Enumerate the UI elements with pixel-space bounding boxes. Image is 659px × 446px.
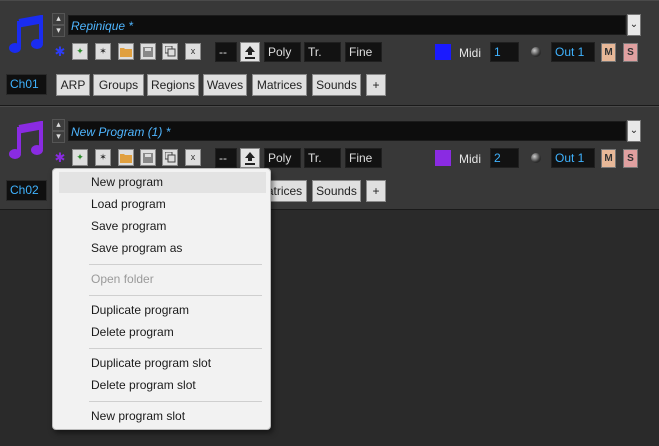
menu-item-load-program[interactable]: Load program <box>59 194 266 215</box>
program-slot-1: ▴ ▾ Repinique * ⌄ ✱ ✦ ✶ x -- Poly Tr. Fi… <box>0 0 659 106</box>
star-green-icon[interactable]: ✦ <box>72 149 88 166</box>
upload-icon[interactable] <box>240 148 260 168</box>
channel-field[interactable]: Ch02 <box>6 180 47 201</box>
range-field[interactable]: -- <box>215 42 237 62</box>
fine-tune-field[interactable]: Fine <box>345 42 382 62</box>
music-note-icon <box>9 15 43 53</box>
duplicate-icon[interactable] <box>162 149 178 166</box>
program-spinner[interactable]: ▴ ▾ <box>52 13 65 37</box>
midi-channel-field[interactable]: 1 <box>490 42 519 62</box>
add-tab-button[interactable]: + <box>366 180 386 202</box>
mute-button[interactable]: M <box>601 43 616 62</box>
tab-groups[interactable]: Groups <box>93 74 144 96</box>
star-icon[interactable]: ✶ <box>95 149 111 166</box>
solo-button[interactable]: S <box>623 43 638 62</box>
tab-waves[interactable]: Waves <box>203 74 247 96</box>
color-swatch[interactable] <box>435 44 451 60</box>
output-field[interactable]: Out 1 <box>551 148 595 168</box>
channel-field[interactable]: Ch01 <box>6 74 47 95</box>
tab-regions[interactable]: Regions <box>147 74 199 96</box>
color-swatch[interactable] <box>435 150 451 166</box>
spin-up-icon[interactable]: ▴ <box>52 13 65 25</box>
spin-down-icon[interactable]: ▾ <box>52 131 65 143</box>
mute-button[interactable]: M <box>601 149 616 168</box>
midi-label: Midi <box>459 152 482 166</box>
tab-arp[interactable]: ARP <box>56 74 90 96</box>
range-field[interactable]: -- <box>215 148 237 168</box>
spin-down-icon[interactable]: ▾ <box>52 25 65 37</box>
tab-sounds[interactable]: Sounds <box>312 74 361 96</box>
menu-item-delete-program-slot[interactable]: Delete program slot <box>59 375 266 396</box>
menu-item-duplicate-program-slot[interactable]: Duplicate program slot <box>59 353 266 374</box>
star-green-icon[interactable]: ✦ <box>72 43 88 60</box>
volume-knob[interactable] <box>531 153 541 163</box>
output-field[interactable]: Out 1 <box>551 42 595 62</box>
menu-item-duplicate-program[interactable]: Duplicate program <box>59 300 266 321</box>
volume-knob[interactable] <box>531 47 541 57</box>
transpose-field[interactable]: Tr. <box>304 148 341 168</box>
folder-icon[interactable] <box>118 43 134 60</box>
fine-tune-field[interactable]: Fine <box>345 148 382 168</box>
close-icon[interactable]: x <box>185 43 201 60</box>
poly-mode-field[interactable]: Poly <box>264 148 301 168</box>
music-note-icon <box>9 121 43 159</box>
program-name-field[interactable]: Repinique * <box>68 15 626 35</box>
menu-item-delete-program[interactable]: Delete program <box>59 322 266 343</box>
add-tab-button[interactable]: + <box>366 74 386 96</box>
solo-button[interactable]: S <box>623 149 638 168</box>
save-icon[interactable] <box>140 149 156 166</box>
menu-item-save-program[interactable]: Save program <box>59 216 266 237</box>
menu-separator <box>89 295 262 296</box>
menu-separator <box>89 264 262 265</box>
poly-mode-field[interactable]: Poly <box>264 42 301 62</box>
gear-icon[interactable]: ✱ <box>52 149 68 166</box>
chevron-down-icon[interactable]: ⌄ <box>627 14 641 36</box>
transpose-field[interactable]: Tr. <box>304 42 341 62</box>
star-icon[interactable]: ✶ <box>95 43 111 60</box>
tab-matrices[interactable]: Matrices <box>252 74 307 96</box>
close-icon[interactable]: x <box>185 149 201 166</box>
upload-icon[interactable] <box>240 42 260 62</box>
menu-item-open-folder: Open folder <box>91 272 154 286</box>
program-context-menu: New program Load program Save program Sa… <box>52 168 271 430</box>
program-spinner[interactable]: ▴ ▾ <box>52 119 65 143</box>
gear-icon[interactable]: ✱ <box>52 43 68 60</box>
chevron-down-icon[interactable]: ⌄ <box>627 120 641 142</box>
menu-item-save-program-as[interactable]: Save program as <box>59 238 266 259</box>
menu-item-new-program-slot[interactable]: New program slot <box>59 406 266 427</box>
folder-icon[interactable] <box>118 149 134 166</box>
save-icon[interactable] <box>140 43 156 60</box>
spin-up-icon[interactable]: ▴ <box>52 119 65 131</box>
menu-separator <box>89 401 262 402</box>
midi-channel-field[interactable]: 2 <box>490 148 519 168</box>
duplicate-icon[interactable] <box>162 43 178 60</box>
tab-sounds[interactable]: Sounds <box>312 180 361 202</box>
midi-label: Midi <box>459 46 482 60</box>
menu-item-new-program[interactable]: New program <box>59 172 266 193</box>
program-name-field[interactable]: New Program (1) * <box>68 121 626 141</box>
menu-separator <box>89 348 262 349</box>
